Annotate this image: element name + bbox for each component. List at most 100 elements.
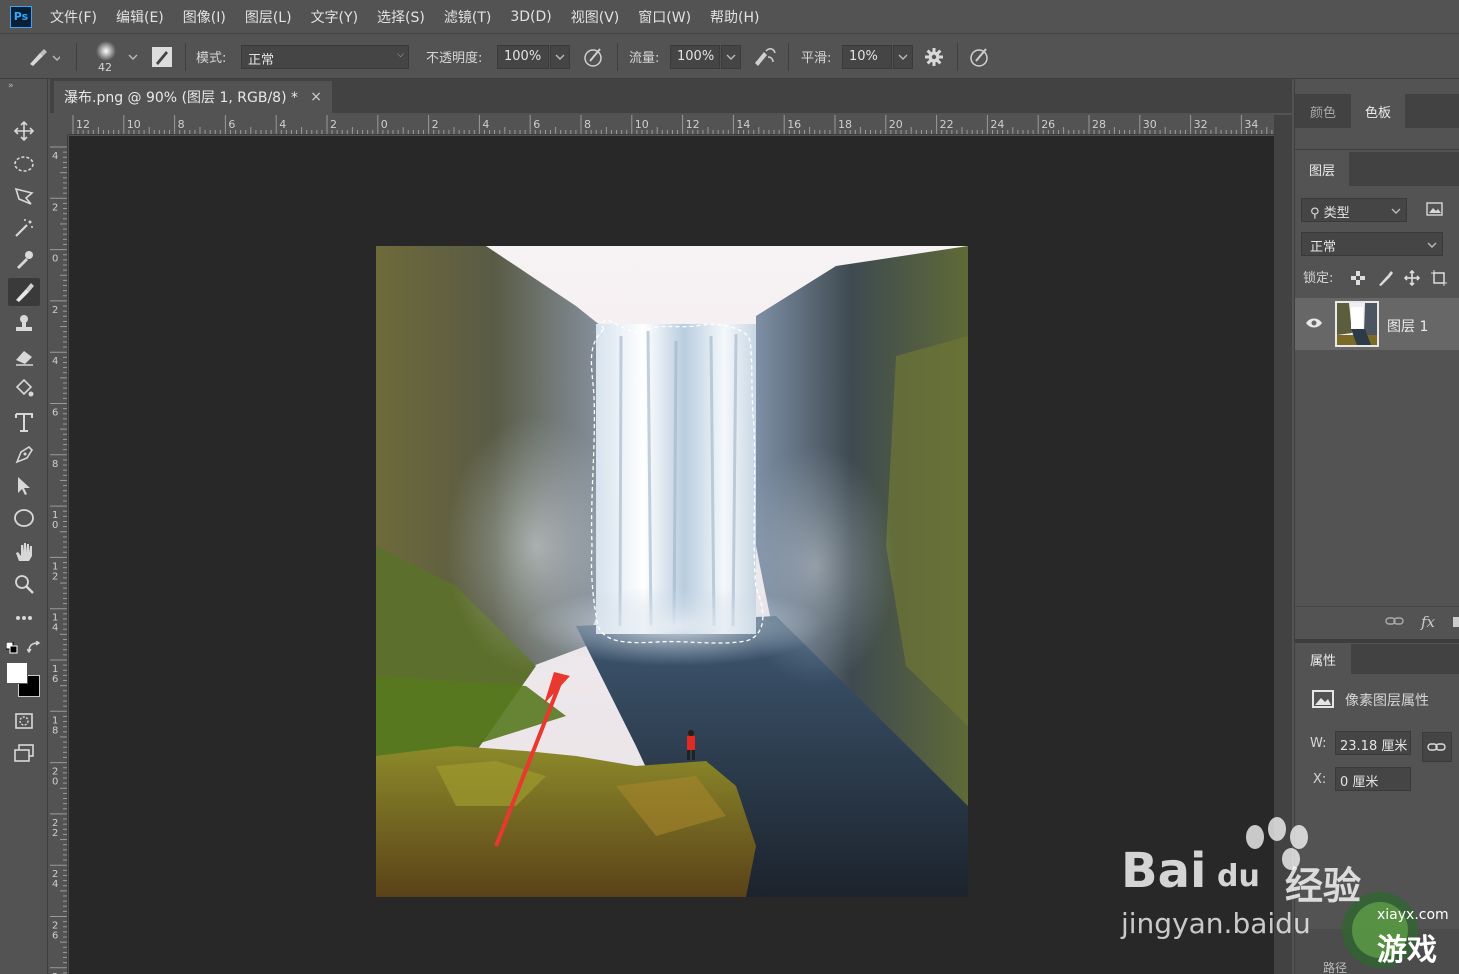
vertical-ruler[interactable]: 42024681012141618202224262 xyxy=(50,135,68,974)
menu-type[interactable]: 文字(Y) xyxy=(311,7,358,27)
smoothing-dropdown-button[interactable] xyxy=(893,45,913,69)
brush-tool-icon[interactable] xyxy=(8,278,40,306)
ruler-label: 6 xyxy=(52,931,58,942)
canvas-area[interactable] xyxy=(69,136,1274,974)
paint-bucket-tool-icon[interactable] xyxy=(8,374,40,402)
airbrush-icon[interactable] xyxy=(752,34,778,80)
flow-dropdown-button[interactable] xyxy=(721,45,741,69)
ruler-label: 6 xyxy=(52,674,58,685)
chevron-down-icon: ⌵ xyxy=(397,50,404,60)
eraser-tool-icon[interactable] xyxy=(8,342,40,370)
swap-colors-icon[interactable] xyxy=(26,640,41,659)
smoothing-input[interactable]: 10% xyxy=(842,45,892,69)
screen-mode-icon[interactable] xyxy=(8,739,40,767)
menu-file[interactable]: 文件(F) xyxy=(50,7,97,27)
flow-input[interactable]: 100% xyxy=(670,45,720,69)
pressure-opacity-icon[interactable] xyxy=(582,34,606,80)
chevron-down-icon xyxy=(1427,238,1437,253)
move-tool-icon[interactable] xyxy=(8,117,40,145)
ruler-label: 32 xyxy=(1194,118,1208,131)
add-mask-icon[interactable] xyxy=(1453,617,1459,627)
lock-artboard-icon[interactable] xyxy=(1431,270,1447,290)
tab-properties[interactable]: 属性 xyxy=(1295,644,1351,674)
default-colors-icon[interactable] xyxy=(5,641,18,654)
link-dimensions-icon[interactable] xyxy=(1422,732,1452,762)
layer-name[interactable]: 图层 1 xyxy=(1387,316,1428,336)
clone-stamp-tool-icon[interactable] xyxy=(8,310,40,338)
eye-icon[interactable] xyxy=(1305,317,1323,333)
lock-position-icon[interactable] xyxy=(1403,269,1421,290)
swatches-panel-body xyxy=(1295,128,1459,150)
opacity-label: 不透明度: xyxy=(426,51,483,66)
opacity-input[interactable]: 100% xyxy=(497,45,549,69)
ruler-label: 24 xyxy=(990,118,1004,131)
layer-filter-select[interactable]: ⚲ 类型 xyxy=(1301,198,1407,222)
menu-help[interactable]: 帮助(H) xyxy=(710,7,759,27)
tools-panel: » xyxy=(0,79,48,974)
brush-tool-preset-icon[interactable] xyxy=(26,34,60,80)
menu-edit[interactable]: 编辑(E) xyxy=(116,7,164,27)
tab-color[interactable]: 颜色 xyxy=(1295,94,1351,128)
polygonal-lasso-tool-icon[interactable] xyxy=(8,182,40,210)
layer-row[interactable]: 图层 1 xyxy=(1295,298,1459,350)
more-tools-icon[interactable] xyxy=(8,604,40,632)
chevron-down-icon[interactable] xyxy=(128,34,138,80)
layer-blend-mode-select[interactable]: 正常 xyxy=(1301,232,1443,256)
magic-wand-tool-icon[interactable] xyxy=(8,214,40,242)
path-selection-tool-icon[interactable] xyxy=(8,472,40,500)
flow-label: 流量: xyxy=(629,51,660,66)
ruler-label: 34 xyxy=(1244,118,1258,131)
menu-filter[interactable]: 滤镜(T) xyxy=(444,7,491,27)
zoom-tool-icon[interactable] xyxy=(8,570,40,598)
menu-image[interactable]: 图像(I) xyxy=(183,7,226,27)
collapse-toolbar-icon[interactable]: » xyxy=(8,81,14,91)
foreground-color-swatch[interactable] xyxy=(6,662,28,684)
color-panel-header: 颜色 色板 xyxy=(1295,94,1459,128)
x-position-label: X: xyxy=(1313,772,1327,787)
menu-3d[interactable]: 3D(D) xyxy=(510,9,551,25)
opacity-dropdown-button[interactable] xyxy=(550,45,570,69)
pen-tool-icon[interactable] xyxy=(8,440,40,468)
layer-thumbnail[interactable] xyxy=(1335,301,1379,347)
lock-transparent-pixels-icon[interactable] xyxy=(1351,271,1365,289)
mode-label: 模式: xyxy=(196,51,227,66)
tab-layers[interactable]: 图层 xyxy=(1295,152,1349,186)
gear-icon[interactable] xyxy=(924,34,944,80)
ruler-label: 2 xyxy=(52,571,58,582)
menu-layer[interactable]: 图层(L) xyxy=(245,7,292,27)
vertical-scrollbar[interactable] xyxy=(1274,115,1292,974)
waterfall-photo[interactable] xyxy=(376,246,968,897)
menu-view[interactable]: 视图(V) xyxy=(571,7,620,27)
ruler-label: 8 xyxy=(52,459,58,470)
lock-image-pixels-icon[interactable] xyxy=(1377,270,1393,290)
ruler-label: 10 xyxy=(127,118,141,131)
hand-tool-icon[interactable] xyxy=(8,538,40,566)
eyedropper-tool-icon[interactable] xyxy=(8,246,40,274)
horizontal-ruler[interactable]: 12 10 8 6 4 2 0 2 4 6 8 10 12 14 16 18 20 22 24 26 28 30 32 34 xyxy=(68,115,1274,135)
tab-swatches[interactable]: 色板 xyxy=(1351,94,1405,128)
layer-filter-value: 类型 xyxy=(1323,206,1350,221)
menu-window[interactable]: 窗口(W) xyxy=(638,7,691,27)
ruler-origin[interactable] xyxy=(50,115,68,135)
ruler-label: 8 xyxy=(584,118,591,131)
pressure-size-icon[interactable] xyxy=(968,34,992,80)
x-position-input[interactable]: 0 厘米 xyxy=(1335,767,1411,791)
menu-select[interactable]: 选择(S) xyxy=(377,7,425,27)
search-icon: ⚲ xyxy=(1310,206,1320,221)
document-tab[interactable]: 瀑布.png @ 90% (图层 1, RGB/8) * × xyxy=(54,81,332,113)
type-tool-icon[interactable] xyxy=(8,408,40,436)
close-icon[interactable]: × xyxy=(310,89,322,105)
image-filter-icon[interactable] xyxy=(1426,201,1444,221)
paths-panel-header xyxy=(1295,929,1459,974)
brush-panel-toggle-icon[interactable] xyxy=(151,34,173,80)
ellipse-tool-icon[interactable] xyxy=(8,504,40,532)
fx-icon[interactable]: fx xyxy=(1421,613,1435,631)
blend-mode-select[interactable]: 正常 ⌵ xyxy=(241,45,409,69)
elliptical-marquee-tool-icon[interactable] xyxy=(8,150,40,178)
quick-mask-icon[interactable] xyxy=(8,707,40,735)
link-layers-icon[interactable] xyxy=(1385,615,1405,631)
ruler-label: 0 xyxy=(52,777,58,788)
ruler-label: 8 xyxy=(52,725,58,736)
waterfall-photo-artwork xyxy=(376,246,968,897)
width-input[interactable]: 23.18 厘米 xyxy=(1335,731,1411,755)
